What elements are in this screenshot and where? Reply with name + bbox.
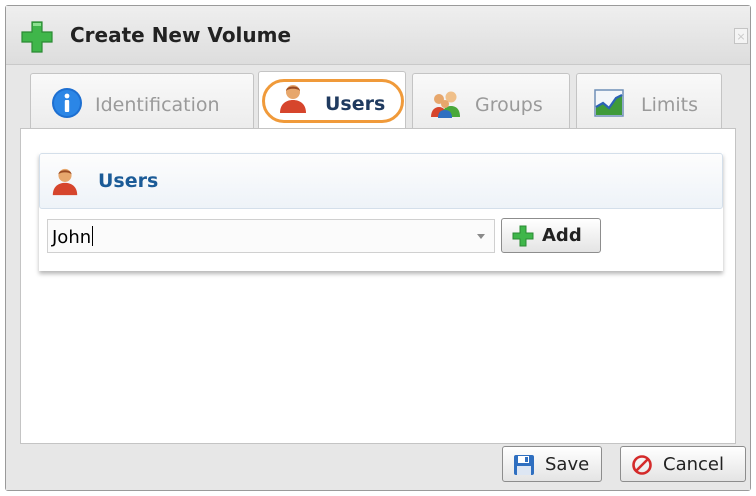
users-panel: Users John Add: [39, 153, 723, 271]
save-button[interactable]: Save: [502, 446, 602, 482]
floppy-disk-icon: [514, 455, 534, 475]
tab-identification[interactable]: Identification: [30, 73, 254, 129]
plus-icon: [512, 225, 534, 247]
tab-label: Users: [325, 93, 386, 115]
tab-content: Users John Add: [20, 128, 736, 444]
user-select[interactable]: John: [47, 219, 495, 253]
add-user-button[interactable]: Add: [501, 218, 601, 253]
cancel-button[interactable]: Cancel: [620, 446, 746, 482]
plus-icon: [21, 21, 53, 53]
chart-icon: [594, 89, 624, 117]
add-button-label: Add: [542, 225, 582, 246]
tab-label: Groups: [475, 94, 543, 116]
cancel-button-label: Cancel: [663, 454, 724, 475]
user-icon: [280, 85, 306, 113]
save-button-label: Save: [545, 454, 590, 475]
user-icon: [52, 168, 78, 196]
panel-title: Users: [98, 170, 159, 192]
tab-label: Identification: [95, 94, 220, 116]
group-icon: [431, 91, 460, 118]
chevron-down-icon[interactable]: [468, 220, 494, 252]
text-caret: [92, 226, 94, 246]
tab-users[interactable]: Users: [258, 71, 406, 131]
tab-label: Limits: [641, 94, 698, 116]
user-select-value: John: [52, 227, 92, 248]
tab-groups[interactable]: Groups: [412, 73, 570, 129]
panel-header: Users: [39, 153, 723, 209]
info-icon: [52, 88, 82, 118]
create-volume-dialog: Create New Volume × Identification Users: [5, 5, 751, 491]
tab-strip: Identification Users Groups Limits: [20, 66, 736, 131]
dialog-footer: Save Cancel: [6, 446, 750, 490]
close-button[interactable]: ×: [734, 28, 748, 44]
dialog-title: Create New Volume: [70, 23, 292, 47]
cancel-icon: [632, 455, 652, 475]
tab-limits[interactable]: Limits: [576, 73, 722, 129]
dialog-titlebar: Create New Volume ×: [6, 6, 750, 65]
